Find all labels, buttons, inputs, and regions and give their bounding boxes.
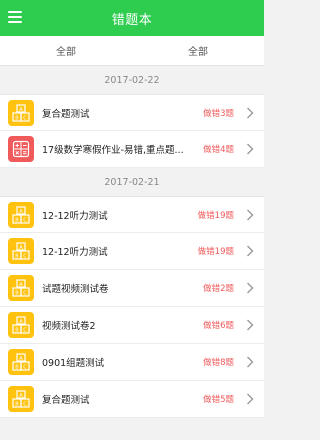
chevron-right-icon bbox=[244, 105, 256, 121]
svg-text:A: A bbox=[19, 393, 23, 399]
wrong-question-list: 2017-02-22 ABC 复合题测试 做错3题 17级数学寒假作业-易错,重… bbox=[0, 66, 264, 418]
svg-text:B: B bbox=[15, 328, 19, 334]
quiz-name: 复合题测试 bbox=[42, 108, 90, 120]
date-header: 2017-02-22 bbox=[0, 66, 264, 94]
svg-text:B: B bbox=[15, 402, 19, 408]
svg-text:B: B bbox=[15, 115, 19, 121]
top-bar: 错题本 bbox=[0, 0, 264, 36]
svg-text:A: A bbox=[19, 282, 23, 288]
abc-blocks-icon: ABC bbox=[8, 201, 34, 228]
svg-text:B: B bbox=[15, 291, 19, 297]
calculator-icon bbox=[8, 136, 34, 162]
quiz-name: 视频测试卷2 bbox=[42, 321, 96, 332]
svg-text:B: B bbox=[15, 254, 19, 260]
hamburger-menu-icon[interactable] bbox=[8, 10, 22, 24]
list-item[interactable]: 17级数学寒假作业-易错,重点题... 做错4题 bbox=[0, 131, 264, 168]
list-item[interactable]: ABC 0901组题测试 做错8题 bbox=[0, 344, 264, 381]
abc-blocks-icon: ABC bbox=[8, 349, 34, 375]
page-title: 错题本 bbox=[111, 12, 153, 28]
svg-text:B: B bbox=[15, 365, 19, 371]
chevron-right-icon bbox=[244, 141, 256, 157]
chevron-right-icon bbox=[244, 280, 256, 296]
filter-bar: 全部 全部 bbox=[0, 36, 264, 66]
chevron-right-icon bbox=[244, 243, 256, 259]
date-header: 2017-02-21 bbox=[0, 168, 264, 196]
chevron-right-icon bbox=[244, 317, 256, 333]
svg-text:C: C bbox=[23, 217, 27, 223]
quiz-name: 17级数学寒假作业-易错,重点题... bbox=[42, 145, 184, 156]
abc-blocks-icon: ABC bbox=[8, 312, 34, 338]
list-item[interactable]: ABC 12-12听力测试 做错19题 bbox=[0, 233, 264, 270]
filter-type[interactable]: 全部 bbox=[132, 36, 264, 65]
svg-text:C: C bbox=[23, 328, 27, 334]
wrong-count: 做错3题 bbox=[203, 108, 234, 119]
chevron-right-icon bbox=[244, 391, 256, 407]
svg-text:A: A bbox=[19, 209, 23, 215]
svg-text:A: A bbox=[19, 245, 23, 251]
svg-text:C: C bbox=[23, 254, 27, 260]
quiz-name: 试题视频测试卷 bbox=[42, 284, 109, 295]
svg-text:C: C bbox=[23, 365, 27, 371]
svg-text:A: A bbox=[19, 356, 23, 362]
quiz-name: 复合题测试 bbox=[42, 395, 90, 406]
abc-blocks-icon: ABC bbox=[8, 386, 34, 412]
svg-text:A: A bbox=[19, 319, 23, 325]
svg-text:B: B bbox=[15, 217, 19, 223]
wrong-count: 做错5题 bbox=[203, 395, 234, 405]
wrong-count: 做错19题 bbox=[197, 247, 234, 257]
wrong-count: 做错4题 bbox=[203, 145, 234, 155]
svg-text:C: C bbox=[23, 402, 27, 408]
abc-blocks-icon: ABC bbox=[8, 275, 34, 301]
svg-text:C: C bbox=[23, 291, 27, 297]
list-item[interactable]: ABC 视频测试卷2 做错6题 bbox=[0, 307, 264, 344]
abc-blocks-icon: ABC bbox=[8, 99, 34, 126]
wrong-count: 做错19题 bbox=[197, 210, 234, 221]
svg-text:A: A bbox=[19, 107, 23, 113]
abc-blocks-icon: ABC bbox=[8, 238, 34, 264]
quiz-name: 0901组题测试 bbox=[42, 358, 105, 369]
list-item[interactable]: ABC 复合题测试 做错5题 bbox=[0, 381, 264, 418]
quiz-name: 12-12听力测试 bbox=[42, 210, 108, 222]
quiz-name: 12-12听力测试 bbox=[42, 247, 108, 258]
chevron-right-icon bbox=[244, 354, 256, 370]
list-item[interactable]: ABC 复合题测试 做错3题 bbox=[0, 94, 264, 131]
filter-subject[interactable]: 全部 bbox=[0, 36, 132, 65]
app-screen: 错题本 全部 全部 2017-02-22 ABC 复合题测试 做错3题 17级数… bbox=[0, 0, 264, 440]
list-item[interactable]: ABC 12-12听力测试 做错19题 bbox=[0, 196, 264, 233]
list-item[interactable]: ABC 试题视频测试卷 做错2题 bbox=[0, 270, 264, 307]
chevron-right-icon bbox=[244, 207, 256, 223]
svg-text:C: C bbox=[23, 115, 27, 121]
wrong-count: 做错6题 bbox=[203, 321, 234, 331]
wrong-count: 做错8题 bbox=[203, 358, 234, 368]
wrong-count: 做错2题 bbox=[203, 284, 234, 294]
